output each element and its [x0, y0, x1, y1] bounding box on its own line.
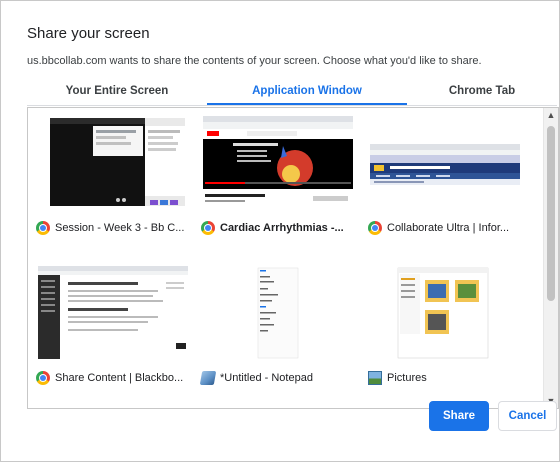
- window-title: *Untitled - Notepad: [220, 372, 313, 384]
- window-thumbnail: [38, 266, 188, 361]
- window-thumbnail: [203, 266, 353, 361]
- thumbnail-image: [203, 116, 353, 211]
- thumbnail-image: [370, 116, 520, 211]
- notepad-icon: [199, 371, 217, 385]
- window-tile-share-content[interactable]: Share Content | Blackbo...: [36, 264, 196, 404]
- chrome-icon: [201, 221, 215, 235]
- window-title: Pictures: [387, 372, 427, 384]
- thumbnail-image: [370, 266, 520, 361]
- share-screen-dialog: Share your screen us.bbcollab.com wants …: [0, 0, 560, 462]
- chrome-icon: [36, 221, 50, 235]
- share-button[interactable]: Share: [429, 401, 489, 431]
- window-list-scrollbar[interactable]: ▲ ▼: [543, 108, 558, 408]
- cancel-button[interactable]: Cancel: [498, 401, 557, 431]
- window-list: Session - Week 3 - Bb C... Cardiac Arrhy…: [27, 107, 559, 409]
- dialog-subtitle: us.bbcollab.com wants to share the conte…: [27, 55, 482, 67]
- tab-entire-screen[interactable]: Your Entire Screen: [27, 81, 207, 103]
- window-label-row: Share Content | Blackbo...: [36, 369, 201, 387]
- window-thumbnail: [203, 116, 353, 211]
- window-label-row: Cardiac Arrhythmias -...: [201, 219, 366, 237]
- window-thumbnail: [370, 266, 520, 361]
- scrollbar-thumb[interactable]: [547, 126, 555, 301]
- thumbnail-image: [38, 116, 188, 211]
- pictures-folder-icon: [368, 371, 382, 385]
- window-tile-pictures[interactable]: Pictures: [368, 264, 528, 404]
- window-label-row: Session - Week 3 - Bb C...: [36, 219, 201, 237]
- window-thumbnail: [370, 116, 520, 211]
- window-tile-collaborate[interactable]: Collaborate Ultra | Infor...: [368, 114, 528, 254]
- chrome-icon: [36, 371, 50, 385]
- window-title: Collaborate Ultra | Infor...: [387, 222, 510, 234]
- tab-chrome-tab[interactable]: Chrome Tab: [407, 81, 557, 103]
- tab-application-window[interactable]: Application Window: [207, 81, 407, 105]
- window-tile-notepad[interactable]: *Untitled - Notepad: [199, 264, 361, 404]
- window-title: Share Content | Blackbo...: [55, 372, 184, 384]
- chrome-icon: [368, 221, 382, 235]
- window-title: Session - Week 3 - Bb C...: [55, 222, 185, 234]
- window-thumbnail: [38, 116, 188, 211]
- window-tile-session[interactable]: Session - Week 3 - Bb C...: [36, 114, 196, 254]
- source-tabs: Your Entire Screen Application Window Ch…: [27, 81, 557, 105]
- window-label-row: *Untitled - Notepad: [199, 369, 366, 387]
- tab-divider: [27, 105, 557, 106]
- thumbnail-image: [203, 266, 353, 361]
- window-title: Cardiac Arrhythmias -...: [220, 222, 344, 234]
- window-label-row: Collaborate Ultra | Infor...: [368, 219, 533, 237]
- scroll-up-icon[interactable]: ▲: [544, 108, 558, 122]
- window-label-row: Pictures: [368, 369, 533, 387]
- thumbnail-image: [38, 266, 188, 361]
- dialog-title: Share your screen: [27, 25, 150, 42]
- window-tile-cardiac[interactable]: Cardiac Arrhythmias -...: [201, 114, 361, 254]
